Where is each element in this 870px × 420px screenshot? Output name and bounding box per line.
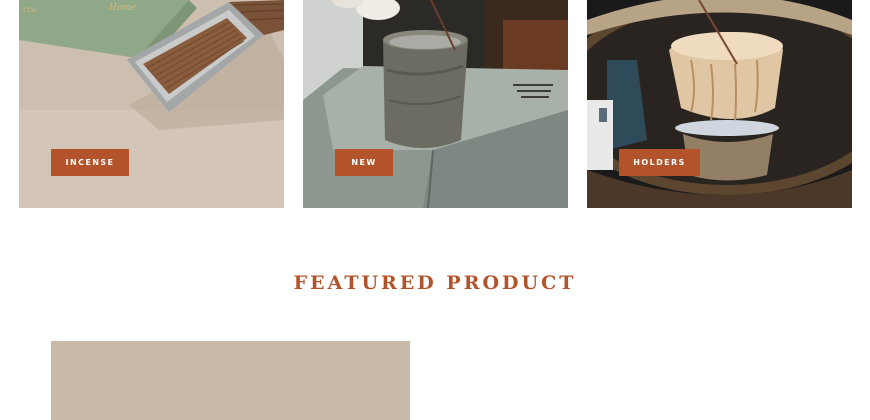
svg-text:Home: Home [108,3,136,13]
category-button-holders[interactable]: HOLDERS [619,149,700,176]
category-tile-incense[interactable]: Home cca INCENSE [19,0,284,208]
category-tile-new[interactable]: NEW [303,0,568,208]
ceramic-holder-image[interactable] [587,0,852,208]
featured-product-heading: FEATURED PRODUCT [293,272,577,294]
category-tile-holders[interactable]: HOLDERS [587,0,852,208]
category-button-incense[interactable]: INCENSE [51,149,129,176]
svg-text:cca: cca [23,5,37,14]
featured-product-image[interactable] [51,341,410,420]
incense-box-image[interactable]: Home cca [19,0,284,208]
category-button-new[interactable]: NEW [335,149,393,176]
stone-vessel-image[interactable] [303,0,568,208]
